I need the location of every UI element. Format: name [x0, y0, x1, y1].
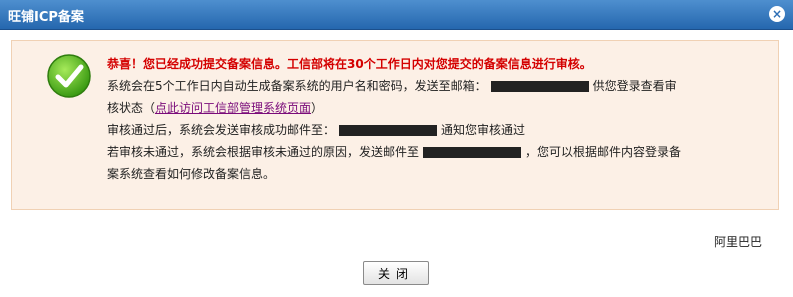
- message-line-3: 审核通过后，系统会发送审核成功邮件至： 通知您审核通过: [107, 119, 767, 141]
- close-button[interactable]: 关闭: [363, 261, 429, 285]
- message-line-2: 核状态（点此访问工信部管理系统页面）: [107, 97, 767, 119]
- line-3-text: 审核通过后，系统会发送审核成功邮件至：: [107, 123, 336, 137]
- redacted-email: [490, 81, 589, 92]
- check-circle-icon: [47, 54, 91, 98]
- message-headline: 恭喜！您已经成功提交备案信息。工信部将在30个工作日内对您提交的备案信息进行审核…: [107, 57, 592, 71]
- message-line-4: 若审核未通过，系统会根据审核未通过的原因，发送邮件至 ，您可以根据邮件内容登录备: [107, 141, 767, 163]
- redacted-email: [423, 147, 522, 158]
- window-titlebar: 旺铺ICP备案 ×: [0, 0, 793, 30]
- miit-system-link[interactable]: 点此访问工信部管理系统页面: [155, 101, 311, 115]
- message-line-1: 系统会在5个工作日内自动生成备案系统的用户名和密码，发送至邮箱： 供您登录查看审: [107, 75, 767, 97]
- message-body: 恭喜！您已经成功提交备案信息。工信部将在30个工作日内对您提交的备案信息进行审核…: [107, 53, 767, 185]
- line-3-suffix: 通知您审核通过: [441, 123, 526, 137]
- line-2-suffix: ）: [311, 101, 324, 115]
- message-line-5: 案系统查看如何修改备案信息。: [107, 167, 276, 181]
- success-message-box: 恭喜！您已经成功提交备案信息。工信部将在30个工作日内对您提交的备案信息进行审核…: [11, 40, 779, 210]
- redacted-email: [339, 125, 438, 136]
- signature: 阿里巴巴: [714, 235, 763, 249]
- window-title: 旺铺ICP备案: [8, 10, 84, 25]
- line-1-suffix: 供您登录查看审: [592, 79, 677, 93]
- line-1-text: 系统会在5个工作日内自动生成备案系统的用户名和密码，发送至邮箱：: [107, 79, 487, 93]
- close-icon[interactable]: ×: [769, 6, 785, 22]
- line-4-text: 若审核未通过，系统会根据审核未通过的原因，发送邮件至: [107, 145, 420, 159]
- line-4-suffix: ，您可以根据邮件内容登录备: [525, 145, 682, 159]
- line-2-text: 核状态（: [107, 101, 156, 115]
